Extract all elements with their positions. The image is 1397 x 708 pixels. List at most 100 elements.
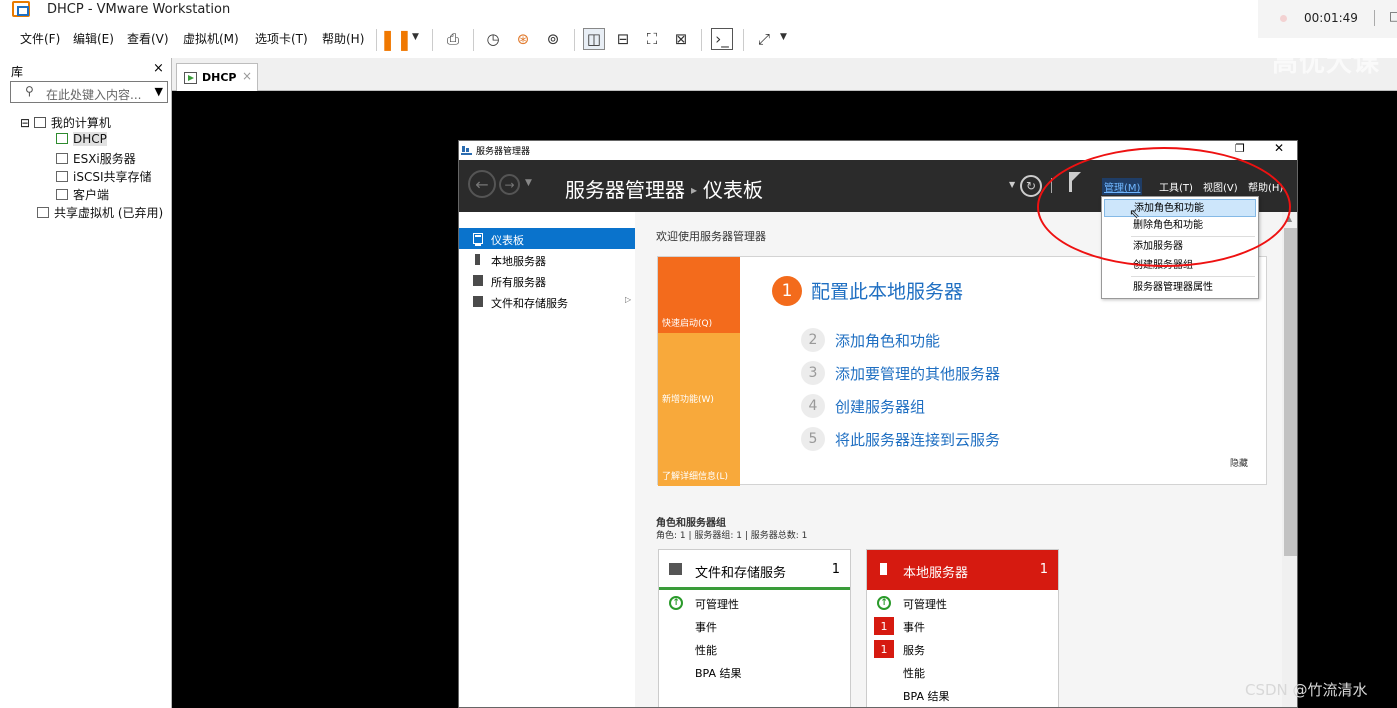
file-storage-icon: [473, 296, 483, 307]
menu-help[interactable]: 帮助(H): [322, 30, 364, 47]
tile-local-server[interactable]: 本地服务器 1 ↑ 可管理性 1 事件 1 服务 性能 BPA 结果: [866, 549, 1059, 707]
tile-row-performance[interactable]: 性能: [659, 639, 850, 661]
server-manager-titlebar: 服务器管理器 ❐ ✕: [459, 141, 1297, 160]
chevron-right-icon[interactable]: ▷: [625, 295, 631, 304]
console-icon[interactable]: ›_: [711, 28, 733, 50]
title-bar: DHCP - VMware Workstation: [0, 0, 1397, 20]
snapshot-icon[interactable]: ◷: [482, 28, 504, 50]
roles-summary: 角色: 1 | 服务器组: 1 | 服务器总数: 1: [656, 531, 808, 541]
timer-menu-icon[interactable]: □: [1389, 9, 1397, 23]
stretch-dropdown-icon[interactable]: ▼: [780, 32, 787, 42]
forward-icon[interactable]: →: [499, 174, 520, 195]
quick-start-tab[interactable]: 快速启动(Q): [658, 257, 740, 333]
tile-row-events[interactable]: 事件: [659, 616, 850, 638]
sidebar-item-file-storage[interactable]: 文件和存储服务 ▷: [459, 291, 635, 312]
send-keys-icon[interactable]: ⎙: [442, 28, 464, 50]
library-search-input[interactable]: ⚲ 在此处键入内容... ▼: [10, 81, 168, 103]
header-divider: [1051, 178, 1052, 193]
menu-file[interactable]: 文件(F): [20, 30, 60, 47]
menu-tools[interactable]: 工具(T): [1159, 179, 1193, 194]
pause-icon[interactable]: ❚❚: [379, 27, 413, 51]
revert-snapshot-icon[interactable]: ⊛: [512, 28, 534, 50]
menu-item-properties[interactable]: 服务器管理器属性: [1104, 279, 1256, 297]
step-configure-local-server[interactable]: 配置此本地服务器: [811, 277, 963, 304]
tree-item-client[interactable]: 客户端: [56, 186, 109, 203]
menu-divider: [1131, 276, 1255, 277]
tile-row-events[interactable]: 1 事件: [867, 616, 1058, 638]
breadcrumb-root[interactable]: 服务器管理器: [565, 178, 685, 202]
tile-header[interactable]: 本地服务器 1: [867, 550, 1058, 590]
vertical-scrollbar[interactable]: ▲: [1282, 212, 1297, 707]
servers-icon: [473, 275, 483, 286]
tree-item-shared-vms[interactable]: 共享虚拟机 (已弃用): [37, 204, 163, 221]
toolbar-divider: [473, 29, 474, 51]
scroll-up-icon[interactable]: ▲: [1286, 214, 1292, 223]
tree-item-my-computer[interactable]: ⊟ 我的计算机: [20, 114, 111, 131]
unity-icon[interactable]: ⊠: [670, 28, 692, 50]
history-dropdown-icon[interactable]: ▼: [525, 178, 532, 188]
notifications-flag-icon[interactable]: [1069, 172, 1081, 192]
close-icon[interactable]: ✕: [1274, 141, 1284, 155]
computer-icon: [33, 117, 46, 128]
menu-manage[interactable]: 管理(M): [1102, 178, 1143, 195]
menu-item-remove-roles[interactable]: 删除角色和功能: [1104, 217, 1256, 235]
vm-icon: [56, 153, 68, 164]
menu-view[interactable]: 查看(V): [127, 30, 169, 47]
manage-dropdown-menu: ⇖ 添加角色和功能 删除角色和功能 添加服务器 创建服务器组 服务器管理器属性: [1101, 196, 1259, 299]
menu-sm-help[interactable]: 帮助(H): [1248, 179, 1283, 194]
view-thumbnail-icon[interactable]: ⊟: [612, 28, 634, 50]
menu-edit[interactable]: 编辑(E): [73, 30, 114, 47]
sidebar-item-dashboard[interactable]: 仪表板: [459, 228, 635, 249]
tree-item-esxi[interactable]: ESXi服务器: [56, 150, 136, 167]
tile-row-manageability[interactable]: ↑ 可管理性: [867, 593, 1058, 615]
fullscreen-icon[interactable]: ⛶: [641, 28, 663, 50]
toolbar-divider: [574, 29, 575, 51]
tree-item-iscsi[interactable]: iSCSI共享存储: [56, 168, 152, 185]
tab-close-icon[interactable]: ×: [242, 69, 252, 83]
tree-collapse-icon[interactable]: ⊟: [20, 116, 30, 130]
sidebar-item-all-servers[interactable]: 所有服务器: [459, 270, 635, 291]
menu-divider: [1131, 236, 1255, 237]
hide-link[interactable]: 隐藏: [1230, 456, 1248, 469]
alert-count-badge: 1: [874, 617, 894, 635]
tile-header[interactable]: 文件和存储服务 1: [659, 550, 850, 590]
back-icon[interactable]: ←: [468, 170, 496, 198]
tile-row-services[interactable]: 1 服务: [867, 639, 1058, 661]
tile-row-bpa[interactable]: BPA 结果: [659, 662, 850, 684]
view-library-icon[interactable]: ◫: [583, 28, 605, 50]
menu-item-add-servers[interactable]: 添加服务器: [1104, 238, 1256, 256]
stretch-icon[interactable]: ⤢: [753, 28, 775, 50]
tile-row-performance[interactable]: 性能: [867, 662, 1058, 684]
vm-running-icon: [56, 133, 68, 144]
library-close-icon[interactable]: ×: [153, 61, 164, 76]
tab-dhcp[interactable]: DHCP ×: [176, 63, 258, 91]
refresh-icon[interactable]: ↻: [1020, 175, 1042, 197]
timer-value: 00:01:49: [1304, 11, 1358, 25]
whats-new-tab[interactable]: 新增功能(W): [658, 333, 740, 409]
breadcrumb-separator: ▸: [691, 183, 698, 197]
menu-sm-view[interactable]: 视图(V): [1203, 179, 1238, 194]
menu-item-create-group[interactable]: 创建服务器组: [1104, 257, 1256, 275]
server-manager-sidebar: 仪表板 本地服务器 所有服务器 文件和存储服务 ▷: [459, 212, 635, 707]
snapshot-manager-icon[interactable]: ⊚: [542, 28, 564, 50]
menu-vm[interactable]: 虚拟机(M): [183, 30, 239, 47]
status-ok-icon: ↑: [669, 596, 683, 610]
learn-more-tab[interactable]: 了解详细信息(L): [658, 409, 740, 486]
dashboard-icon: [473, 233, 483, 246]
file-storage-icon: [669, 563, 682, 575]
vmware-logo-icon: [12, 1, 30, 17]
header-dropdown-icon[interactable]: ▼: [1009, 180, 1015, 189]
menu-tabs[interactable]: 选项卡(T): [255, 30, 308, 47]
tile-row-manageability[interactable]: ↑ 可管理性: [659, 593, 850, 615]
scroll-thumb[interactable]: [1284, 228, 1297, 556]
tree-item-dhcp[interactable]: DHCP: [56, 132, 107, 146]
menu-item-add-roles[interactable]: ⇖ 添加角色和功能: [1104, 199, 1256, 222]
search-icon: ⚲: [25, 84, 34, 98]
restore-icon[interactable]: ❐: [1235, 142, 1245, 155]
pause-dropdown-icon[interactable]: ▼: [412, 32, 419, 42]
search-dropdown-icon[interactable]: ▼: [155, 85, 163, 98]
tile-file-storage[interactable]: 文件和存储服务 1 ↑ 可管理性 事件 性能 BPA 结果: [658, 549, 851, 707]
sidebar-item-local-server[interactable]: 本地服务器: [459, 249, 635, 270]
tile-row-bpa[interactable]: BPA 结果: [867, 685, 1058, 707]
welcome-title: 欢迎使用服务器管理器: [656, 230, 766, 243]
